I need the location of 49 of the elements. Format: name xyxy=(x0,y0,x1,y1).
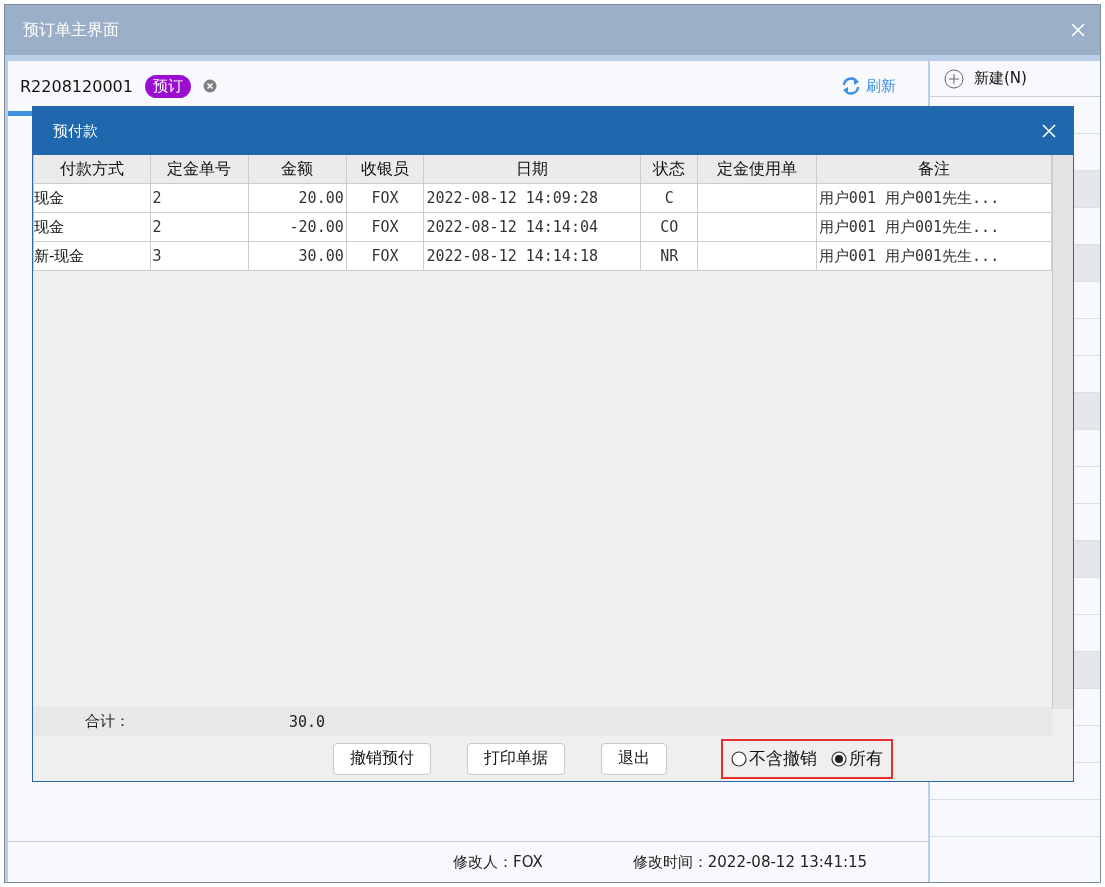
table-cell: 现金 xyxy=(33,183,150,213)
total-label: 合计： xyxy=(84,712,131,731)
table-cell: NR xyxy=(640,241,698,271)
dialog-title: 预付款 xyxy=(53,121,98,141)
table-cell: 2 xyxy=(150,212,249,242)
close-icon[interactable] xyxy=(202,79,217,93)
table-cell: 3 xyxy=(150,241,249,271)
close-icon[interactable] xyxy=(1041,123,1057,139)
table-cell: 20.00 xyxy=(248,183,347,213)
order-number: R2208120001 xyxy=(20,76,133,96)
table-cell: 用户001 用户001先生... xyxy=(816,183,1052,213)
column-header[interactable]: 金额 xyxy=(248,155,347,184)
column-header[interactable]: 日期 xyxy=(423,155,641,184)
table-cell: 新-现金 xyxy=(33,241,150,271)
window-title: 预订单主界面 xyxy=(23,19,119,41)
column-header[interactable]: 状态 xyxy=(640,155,698,184)
table-cell: C xyxy=(640,183,698,213)
refresh-icon[interactable] xyxy=(840,76,862,96)
column-header[interactable]: 定金单号 xyxy=(150,155,249,184)
status-badge: 预订 xyxy=(144,74,191,98)
column-header[interactable]: 付款方式 xyxy=(33,155,150,184)
table-cell: 2022-08-12 14:09:28 xyxy=(423,183,641,213)
table-cell: FOX xyxy=(346,183,424,213)
column-header[interactable]: 定金使用单 xyxy=(697,155,817,184)
filter-radio[interactable]: 不含撤销 xyxy=(731,747,817,770)
column-header[interactable]: 备注 xyxy=(816,155,1052,184)
column-header[interactable]: 收银员 xyxy=(346,155,424,184)
dialog-button[interactable]: 打印单据 xyxy=(467,742,565,775)
dialog-button[interactable]: 退出 xyxy=(601,742,667,775)
table-cell: 30.00 xyxy=(248,241,347,271)
table-cell: 2022-08-12 14:14:18 xyxy=(423,241,641,271)
table-cell: 用户001 用户001先生... xyxy=(816,212,1052,242)
table-cell: 2022-08-12 14:14:04 xyxy=(423,212,641,242)
radio-icon[interactable] xyxy=(731,750,747,767)
dialog-button[interactable]: 撤销预付 xyxy=(333,742,431,775)
plus-circle-icon[interactable] xyxy=(944,68,964,89)
radio-icon[interactable] xyxy=(831,750,847,767)
table-cell: 现金 xyxy=(33,212,150,242)
scrollbar[interactable] xyxy=(1052,155,1073,709)
filter-radio[interactable]: 所有 xyxy=(831,747,883,770)
table-cell: 2 xyxy=(150,183,249,213)
table-cell: 用户001 用户001先生... xyxy=(816,241,1052,271)
table-cell: FOX xyxy=(346,241,424,271)
table-cell: -20.00 xyxy=(248,212,347,242)
table-cell: FOX xyxy=(346,212,424,242)
modifier-text: 修改人：FOX xyxy=(453,852,543,872)
modified-time-text: 修改时间：2022-08-12 13:41:15 xyxy=(632,852,868,872)
total-value: 30.0 xyxy=(287,712,325,731)
table-cell: CO xyxy=(640,212,698,242)
